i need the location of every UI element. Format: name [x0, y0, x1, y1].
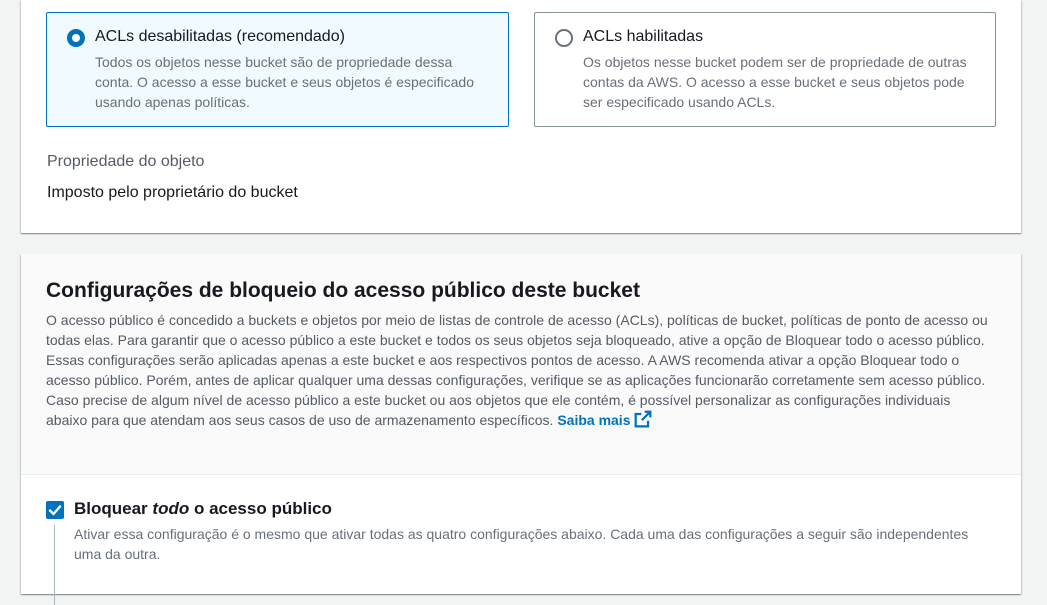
block-public-access-header: Configurações de bloqueio do acesso públ… — [21, 254, 1021, 475]
acls-enabled-title: ACLs habilitadas — [583, 28, 704, 45]
acls-enabled-tile[interactable]: ACLs habilitadas Os objetos nesse bucket… — [534, 12, 996, 127]
learn-more-label: Saiba mais — [557, 412, 631, 428]
block-public-access-panel: Configurações de bloqueio do acesso públ… — [21, 254, 1021, 605]
block-all-label-suffix: o acesso público — [189, 499, 332, 518]
block-all-label-emphasis: todo — [152, 499, 190, 518]
object-ownership-panel: ACLs desabilitadas (recomendado) Todos o… — [21, 0, 1021, 233]
block-public-access-description-text: O acesso público é concedido a buckets e… — [46, 312, 988, 428]
acls-disabled-title: ACLs desabilitadas (recomendado) — [95, 28, 345, 45]
learn-more-link[interactable]: Saiba mais — [557, 410, 652, 428]
block-all-public-access-checkbox[interactable] — [46, 501, 64, 519]
block-public-access-description: O acesso público é concedido a buckets e… — [46, 310, 991, 433]
object-ownership-label: Propriedade do objeto — [47, 153, 205, 170]
acls-disabled-description: Todos os objetos nesse bucket são de pro… — [95, 54, 475, 110]
block-public-access-title: Configurações de bloqueio do acesso públ… — [46, 279, 640, 302]
acls-disabled-radio[interactable] — [67, 29, 85, 47]
block-all-label-prefix: Bloquear — [74, 499, 153, 518]
external-link-icon — [634, 410, 652, 433]
settings-tree-line — [54, 525, 55, 605]
acls-disabled-tile[interactable]: ACLs desabilitadas (recomendado) Todos o… — [46, 12, 509, 127]
object-ownership-value: Imposto pelo proprietário do bucket — [47, 184, 298, 201]
block-all-public-access-description: Ativar essa configuração é o mesmo que a… — [74, 526, 969, 562]
acls-enabled-description: Os objetos nesse bucket podem ser de pro… — [583, 54, 967, 110]
checkmark-icon — [48, 505, 62, 516]
acls-enabled-radio[interactable] — [555, 29, 573, 47]
block-all-public-access-label[interactable]: Bloquear todo o acesso público — [74, 499, 332, 519]
